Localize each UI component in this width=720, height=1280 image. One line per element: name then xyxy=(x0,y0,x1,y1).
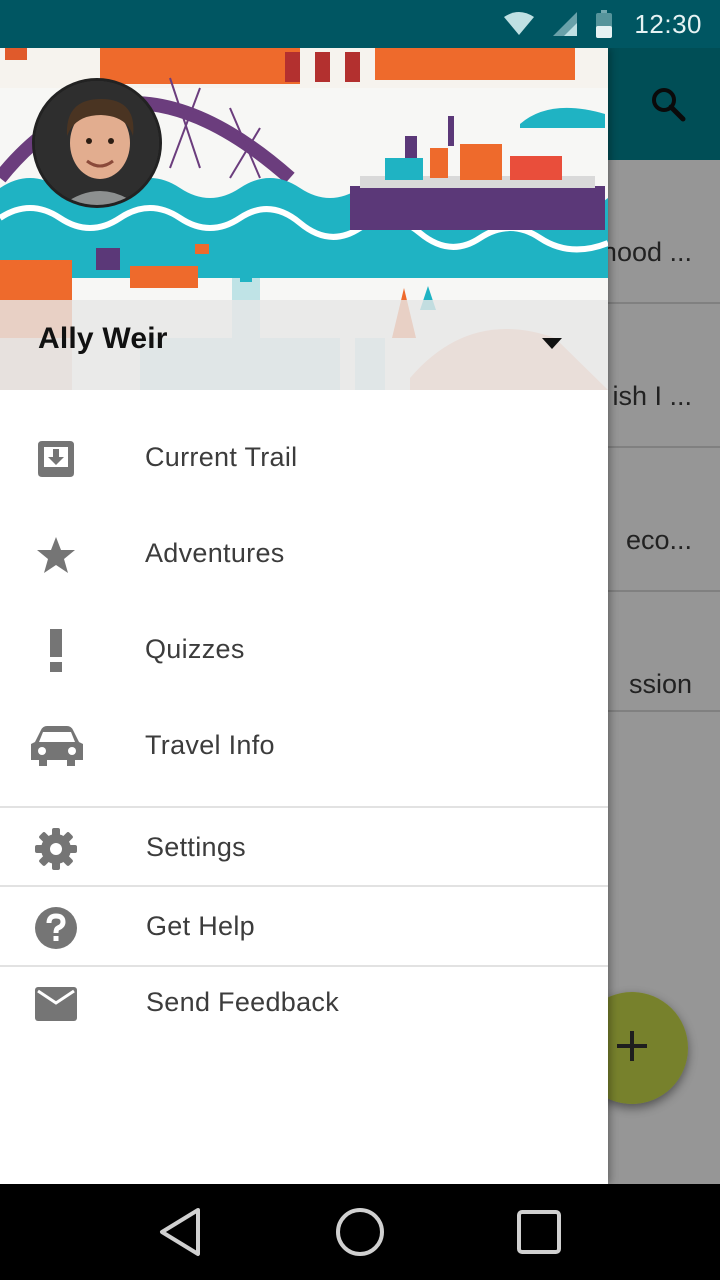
download-box-icon xyxy=(34,437,78,481)
menu-item-label: Send Feedback xyxy=(146,987,340,1017)
battery-icon xyxy=(596,10,613,38)
avatar[interactable] xyxy=(32,78,162,208)
status-clock: 12:30 xyxy=(634,8,702,39)
account-name: Ally Weir xyxy=(38,322,168,355)
navigation-drawer: Ally Weir Current Trail Adventures Quizz… xyxy=(0,48,608,1184)
car-icon xyxy=(30,725,84,769)
menu-item-settings[interactable]: Settings xyxy=(0,804,608,894)
menu-item-travel-info[interactable]: Travel Info xyxy=(0,702,608,792)
menu-item-send-feedback[interactable]: Send Feedback xyxy=(0,959,608,1049)
star-icon xyxy=(34,533,78,577)
back-icon[interactable] xyxy=(151,1202,211,1262)
menu-item-label: Current Trail xyxy=(145,442,298,472)
exclamation-icon xyxy=(34,629,78,673)
mail-icon xyxy=(34,982,78,1026)
menu-item-label: Quizzes xyxy=(145,634,245,664)
status-bar: 12:30 xyxy=(0,0,720,48)
cell-signal-icon xyxy=(552,11,578,37)
menu-item-current-trail[interactable]: Current Trail xyxy=(0,414,608,504)
home-icon[interactable] xyxy=(330,1202,390,1262)
drawer-header: Ally Weir xyxy=(0,48,608,390)
profile-photo xyxy=(35,81,159,205)
gear-icon xyxy=(34,827,78,871)
account-dropdown-icon[interactable] xyxy=(542,338,562,349)
menu-item-label: Adventures xyxy=(145,538,285,568)
wifi-icon xyxy=(504,12,535,36)
menu-item-quizzes[interactable]: Quizzes xyxy=(0,606,608,696)
menu-item-label: Get Help xyxy=(146,911,255,941)
recents-icon[interactable] xyxy=(509,1202,569,1262)
system-navigation-bar xyxy=(0,1184,720,1280)
menu-item-adventures[interactable]: Adventures xyxy=(0,510,608,600)
menu-item-label: Settings xyxy=(146,832,246,862)
help-circle-icon xyxy=(34,906,78,950)
menu-item-label: Travel Info xyxy=(145,730,275,760)
